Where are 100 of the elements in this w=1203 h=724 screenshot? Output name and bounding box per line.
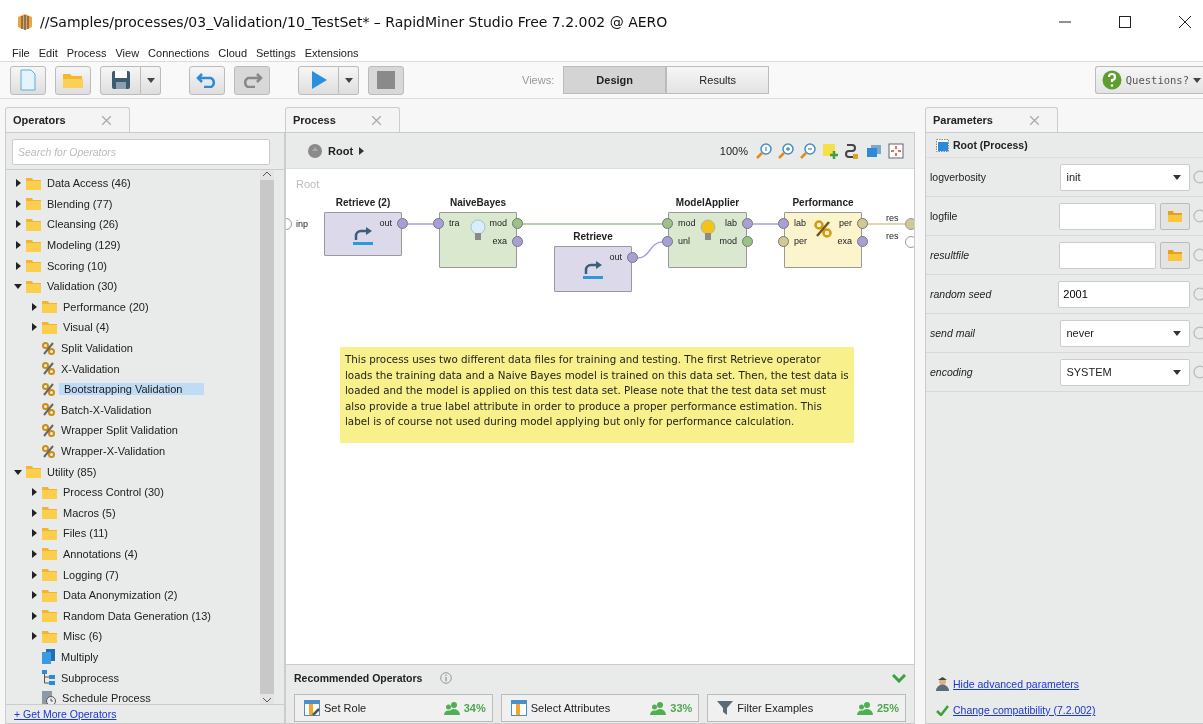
maximize-icon[interactable] xyxy=(1118,15,1132,29)
tree-item[interactable]: Macros (5) xyxy=(61,504,118,521)
operator-box[interactable]: out xyxy=(554,246,632,292)
operator-box[interactable]: lab per per exa xyxy=(784,212,862,268)
dropdown-button[interactable] xyxy=(141,65,161,95)
operator-box[interactable]: tra mod exa xyxy=(439,212,517,268)
output-port[interactable] xyxy=(857,236,868,247)
get-more-operators-link[interactable]: + Get More Operators xyxy=(6,704,284,723)
output-port[interactable] xyxy=(742,218,753,229)
save-button[interactable] xyxy=(100,65,141,95)
dropdown-button[interactable] xyxy=(339,65,359,95)
expand-arrow-icon[interactable] xyxy=(30,323,38,332)
operators-tab[interactable]: Operators xyxy=(5,107,130,132)
output-port[interactable] xyxy=(905,218,914,230)
add-note-icon[interactable] xyxy=(822,142,838,159)
input-port[interactable] xyxy=(662,218,673,229)
dropdown[interactable]: SYSTEM xyxy=(1060,358,1191,386)
scrollbar[interactable] xyxy=(260,170,274,704)
tree-item[interactable]: Visual (4) xyxy=(61,319,112,336)
tree-item[interactable]: Data Access (46) xyxy=(45,175,133,192)
redo-button[interactable] xyxy=(234,65,270,95)
file-path-field[interactable] xyxy=(1059,241,1157,269)
menu-item[interactable]: Edit xyxy=(38,46,58,59)
close-icon[interactable] xyxy=(1178,15,1192,29)
plug-icon[interactable] xyxy=(844,142,860,159)
expand-arrow-icon[interactable] xyxy=(30,529,38,538)
tree-item[interactable]: Validation (30) xyxy=(45,278,120,295)
expand-arrow-icon[interactable] xyxy=(14,282,22,291)
tree-item[interactable]: Split Validation xyxy=(59,340,135,357)
operator-box[interactable]: mod unl lab mod xyxy=(668,212,747,268)
expand-arrow-icon[interactable] xyxy=(14,467,22,476)
expand-arrow-icon[interactable] xyxy=(30,611,38,620)
stop-button[interactable] xyxy=(368,65,404,95)
recommended-operator-button[interactable]: Set Role 34% xyxy=(294,694,493,722)
dropdown[interactable]: never xyxy=(1060,319,1191,347)
up-circle-icon[interactable] xyxy=(308,143,322,158)
expand-arrow-icon[interactable] xyxy=(14,179,22,188)
expand-arrow-icon[interactable] xyxy=(30,488,38,497)
tree-item[interactable]: Bootstrapping Validation xyxy=(59,383,204,396)
menu-item[interactable]: Process xyxy=(66,46,107,59)
tree-item[interactable]: Process Control (30) xyxy=(61,484,166,501)
scroll-up-icon[interactable] xyxy=(262,170,272,177)
undo-button[interactable] xyxy=(189,65,225,95)
output-port[interactable] xyxy=(857,218,868,229)
hide-advanced-parameters-link[interactable]: Hide advanced parameters xyxy=(953,678,1080,690)
process-tab[interactable]: Process xyxy=(285,107,400,132)
info-icon[interactable] xyxy=(440,672,453,684)
expand-arrow-icon[interactable] xyxy=(30,508,38,517)
tree-item[interactable]: Cleansing (26) xyxy=(45,216,121,233)
fit-to-screen-icon[interactable] xyxy=(888,142,904,159)
menu-item[interactable]: Connections xyxy=(148,46,210,59)
scroll-down-icon[interactable] xyxy=(262,697,272,704)
dropdown[interactable]: init xyxy=(1060,163,1191,191)
tree-item[interactable]: Wrapper-X-Validation xyxy=(59,443,168,459)
output-port[interactable] xyxy=(512,236,523,247)
tree-item[interactable]: Multiply xyxy=(59,648,101,665)
zoom-reset-icon[interactable] xyxy=(756,142,772,159)
collapse-chevron-icon[interactable] xyxy=(892,673,906,683)
questions-button[interactable]: Questions? xyxy=(1094,66,1203,94)
tree-item[interactable]: Random Data Generation (13) xyxy=(61,607,213,624)
menu-item[interactable]: Cloud xyxy=(218,46,247,59)
caret-icon[interactable] xyxy=(359,146,365,155)
text-field[interactable]: 2001 xyxy=(1058,280,1191,308)
tree-item[interactable]: Utility (85) xyxy=(45,463,99,480)
change-compatibility-link[interactable]: Change compatibility (7.2.002) xyxy=(953,704,1096,716)
menu-item[interactable]: Extensions xyxy=(304,46,359,59)
expand-arrow-icon[interactable] xyxy=(30,632,38,641)
recommended-operator-button[interactable]: Select Attributes 33% xyxy=(500,694,700,722)
tree-item[interactable]: Logging (7) xyxy=(61,566,121,583)
tree-item[interactable]: Annotations (4) xyxy=(61,546,140,562)
expand-arrow-icon[interactable] xyxy=(14,241,22,250)
layers-icon[interactable] xyxy=(866,142,882,159)
search-field[interactable]: Search for Operators xyxy=(12,139,270,165)
expand-arrow-icon[interactable] xyxy=(30,302,38,311)
zoom-out-icon[interactable] xyxy=(800,142,816,159)
input-port[interactable] xyxy=(778,218,789,229)
file-path-field[interactable] xyxy=(1059,202,1157,230)
expand-arrow-icon[interactable] xyxy=(14,199,22,208)
input-port[interactable] xyxy=(778,236,789,247)
zoom-in-icon[interactable] xyxy=(778,142,794,159)
recommended-operator-button[interactable]: Filter Examples 25% xyxy=(707,694,906,722)
expand-arrow-icon[interactable] xyxy=(30,570,38,579)
tree-item[interactable]: Modeling (129) xyxy=(45,237,123,254)
tree-item[interactable]: Performance (20) xyxy=(61,298,151,315)
input-port[interactable] xyxy=(433,218,444,229)
tree-item[interactable]: Blending (77) xyxy=(45,195,115,212)
view-tab[interactable]: Design xyxy=(563,66,667,94)
parameters-tab[interactable]: Parameters xyxy=(925,107,1058,132)
output-port[interactable] xyxy=(742,236,753,247)
tree-item[interactable]: Misc (6) xyxy=(61,628,105,645)
output-port[interactable] xyxy=(512,218,523,229)
breadcrumb[interactable]: Root xyxy=(328,144,354,157)
tree-item[interactable]: Wrapper Split Validation xyxy=(59,422,180,439)
expand-arrow-icon[interactable] xyxy=(14,220,22,229)
expand-arrow-icon[interactable] xyxy=(30,591,38,600)
output-port[interactable] xyxy=(905,236,914,248)
tree-item[interactable]: Subprocess xyxy=(59,669,122,686)
tree-item[interactable]: Data Anonymization (2) xyxy=(61,587,180,604)
annotation-note[interactable]: This process uses two different data files for training and testing. The first Retrieve operator loads the training data and a Naive Bayes model is trained on this data set. Then, the test data is loaded and the model is applied on this test data set. Please note that the test data set must also provide a true label attribute in order to produce a proper performance estimation. This label is of course not used during model applying but only for performance calculation. xyxy=(340,347,854,443)
menu-item[interactable]: File xyxy=(12,46,30,59)
